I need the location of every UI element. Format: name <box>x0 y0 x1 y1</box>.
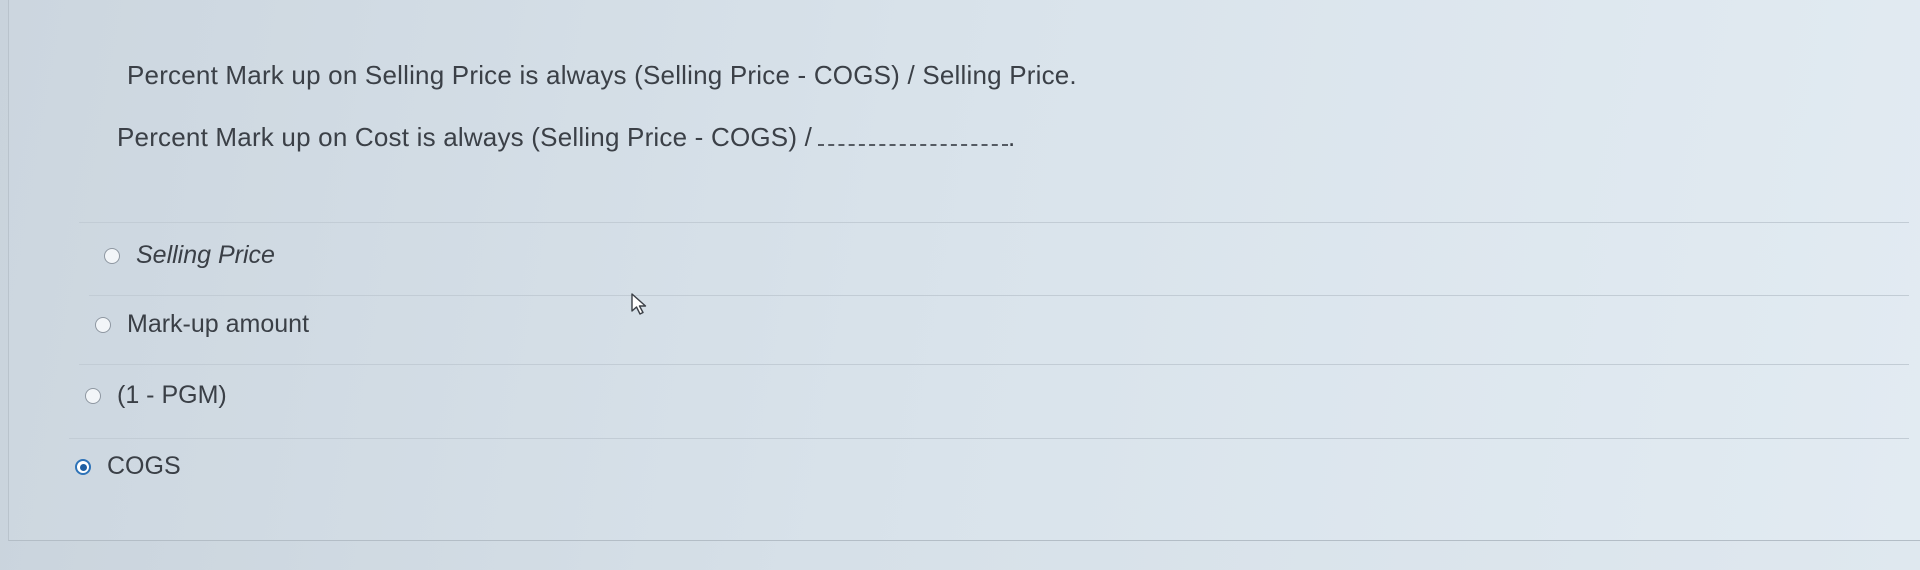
option-label: Selling Price <box>136 241 275 269</box>
divider <box>69 438 1909 439</box>
radio-1-pgm[interactable] <box>85 387 101 404</box>
option-1-pgm[interactable]: (1 - PGM) <box>85 381 227 410</box>
option-label: COGS <box>107 452 181 480</box>
question-card: Percent Mark up on Selling Price is alwa… <box>8 0 1920 541</box>
option-cogs[interactable]: COGS <box>75 452 181 481</box>
option-mark-up-amount[interactable]: Mark-up amount <box>95 310 309 339</box>
radio-selling-price[interactable] <box>104 247 120 264</box>
radio-mark-up-amount[interactable] <box>95 316 111 333</box>
option-selling-price[interactable]: Selling Price <box>104 241 275 270</box>
option-label: (1 - PGM) <box>117 381 227 409</box>
answer-blank <box>818 126 1009 146</box>
mouse-pointer-icon <box>631 293 647 315</box>
question-line-1: Percent Mark up on Selling Price is alwa… <box>127 60 1077 90</box>
option-label: Mark-up amount <box>127 310 310 338</box>
radio-cogs[interactable] <box>75 458 91 475</box>
question-line-2-text: Percent Mark up on Cost is always (Selli… <box>117 122 813 152</box>
divider <box>89 295 1909 296</box>
divider <box>79 364 1909 365</box>
question-line-2: Percent Mark up on Cost is always (Selli… <box>117 122 1015 153</box>
divider <box>79 222 1909 223</box>
question-line-2-end: . <box>1008 122 1016 152</box>
